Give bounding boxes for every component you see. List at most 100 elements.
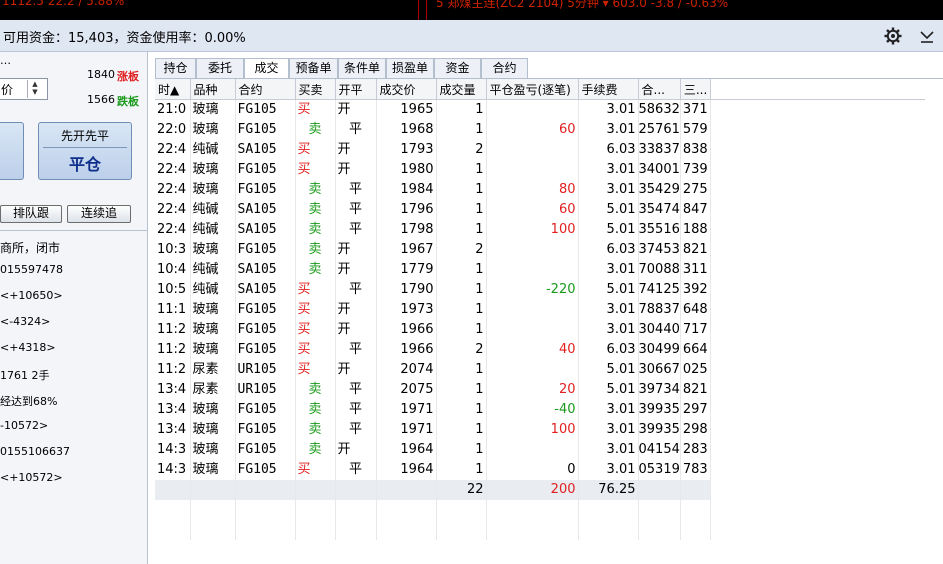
table-cell: 1966 [376, 320, 437, 340]
panel-divider [0, 230, 147, 231]
collapse-chevron-icon[interactable] [918, 27, 936, 45]
table-row[interactable]: 11:2 玻璃 FG105 买平 1966 2 40 6.03 30499 664 [155, 340, 940, 360]
row-filler [710, 480, 941, 500]
table-row[interactable]: 13:4 尿素 UR105 卖平 2075 1 20 5.01 39734 821 [155, 380, 940, 400]
vertical-scrollbar[interactable] [925, 79, 943, 564]
close-position-button[interactable]: 先开先平 平仓 [38, 122, 132, 180]
table-row[interactable]: 21:0 玻璃 FG105 买开 1965 1 3.01 58632 371 [155, 99, 940, 120]
tab-7[interactable]: 合约 [481, 58, 528, 78]
table-cell: 买 [295, 340, 336, 360]
table-cell: 纯碱 [190, 220, 236, 240]
table-cell: 6.03 [578, 340, 639, 360]
table-cell: 卖 [295, 440, 336, 460]
table-cell: 2074 [376, 360, 437, 380]
table-cell: 847 [680, 200, 711, 220]
summary-cell [295, 480, 336, 500]
chase-button[interactable]: 连续追 [67, 205, 131, 223]
tab-6[interactable]: 资金 [434, 58, 481, 78]
table-cell: FG105 [235, 340, 296, 360]
table-row[interactable]: 13:4 玻璃 FG105 卖平 1971 1 100 3.01 39935 298 [155, 420, 940, 440]
limit-up-label[interactable]: 涨板 [117, 68, 139, 84]
table-cell: 298 [680, 420, 711, 440]
queue-follow-button[interactable]: 排队跟 [0, 205, 62, 223]
table-cell: 14:3 [155, 460, 191, 480]
empty-cell [376, 520, 437, 540]
table-cell: 玻璃 [190, 180, 236, 200]
row-filler [710, 120, 940, 140]
tab-5[interactable]: 损盈单 [386, 58, 434, 78]
table-cell: 30499 [638, 340, 681, 360]
tab-3[interactable]: 预备单 [289, 58, 338, 78]
column-header[interactable]: 成交量 [436, 79, 487, 100]
table-row[interactable]: 14:3 玻璃 FG105 买平 1964 1 0 3.01 05319 783 [155, 460, 940, 480]
table-cell: 1967 [376, 240, 437, 260]
table-cell: 买 [295, 360, 336, 380]
table-row[interactable]: 14:3 玻璃 FG105 卖开 1964 1 3.01 04154 283 [155, 440, 940, 460]
table-row[interactable]: 22:4 纯碱 SA105 买开 1793 2 6.03 33837 838 [155, 140, 940, 160]
strip-divider [418, 0, 419, 20]
table-cell: SA105 [235, 220, 296, 240]
step-down-icon[interactable]: ▼ [28, 88, 42, 96]
table-row[interactable]: 11:1 玻璃 FG105 买开 1973 1 3.01 78837 648 [155, 300, 940, 320]
table-cell: -40 [486, 400, 579, 420]
table-row[interactable]: 22:0 玻璃 FG105 卖平 1968 1 60 3.01 25761 579 [155, 120, 940, 140]
message-line: -10572> [0, 419, 49, 432]
table-cell: 025 [680, 360, 711, 380]
table-cell [486, 140, 579, 160]
column-header[interactable]: 买卖 [295, 79, 336, 100]
table-row[interactable]: 13:4 玻璃 FG105 卖平 1971 1 -40 3.01 39935 297 [155, 400, 940, 420]
table-cell: 1 [436, 300, 487, 320]
gear-icon[interactable] [884, 27, 902, 45]
empty-cell [190, 520, 236, 540]
table-row[interactable]: 11:2 尿素 UR105 买开 2074 1 5.01 30667 025 [155, 360, 940, 380]
table-cell: 1973 [376, 300, 437, 320]
table-row[interactable]: 10:5 纯碱 SA105 买平 1790 1 -220 5.01 74125 392 [155, 280, 940, 300]
table-row[interactable]: 22:4 纯碱 SA105 卖平 1796 1 60 5.01 35474 847 [155, 200, 940, 220]
table-cell: 34001 [638, 160, 681, 180]
table-cell: 买 [295, 99, 336, 120]
column-header[interactable]: 手续费 [578, 79, 639, 100]
summary-row: 22 200 76.25 [155, 480, 941, 500]
message-line: <-4324> [0, 315, 51, 328]
order-button-partial[interactable] [0, 122, 24, 180]
column-header[interactable]: 合... [638, 79, 681, 100]
limit-down-label[interactable]: 跌板 [117, 93, 139, 109]
table-cell: 21:0 [155, 99, 191, 120]
table-cell: 纯碱 [190, 280, 236, 300]
button-separator [43, 147, 127, 148]
column-header[interactable]: 时▲ [155, 79, 191, 100]
table-cell: SA105 [235, 140, 296, 160]
tab-0[interactable]: 持仓 [155, 58, 196, 78]
table-cell: 开 [335, 260, 377, 280]
price-input[interactable]: 价 ▲ ▼ [0, 78, 48, 100]
table-cell: 1 [436, 220, 487, 240]
table-cell: 开 [335, 99, 377, 120]
table-row[interactable]: 22:4 玻璃 FG105 买开 1980 1 3.01 34001 739 [155, 160, 940, 180]
column-header[interactable]: 成交价 [376, 79, 437, 100]
table-cell: 22:4 [155, 220, 191, 240]
row-filler [710, 340, 940, 360]
table-row[interactable]: 10:3 玻璃 FG105 卖开 1967 2 6.03 37453 821 [155, 240, 940, 260]
summary-cell: 200 [486, 480, 579, 500]
table-row[interactable]: 22:4 纯碱 SA105 卖平 1798 1 100 5.01 35516 188 [155, 220, 940, 240]
column-header[interactable]: 合约 [235, 79, 296, 100]
column-header[interactable]: 品种 [190, 79, 236, 100]
column-header[interactable]: 平仓盈亏(逐笔) [486, 79, 579, 100]
tab-4[interactable]: 条件单 [338, 58, 386, 78]
table-cell: 60 [486, 200, 579, 220]
step-up-icon[interactable]: ▲ [28, 80, 42, 88]
table-cell: 卖 [295, 260, 336, 280]
table-cell: 玻璃 [190, 300, 236, 320]
column-header[interactable]: 开平 [335, 79, 377, 100]
tab-1[interactable]: 委托 [196, 58, 244, 78]
table-row[interactable]: 22:4 玻璃 FG105 卖平 1984 1 80 3.01 35429 275 [155, 180, 940, 200]
tab-2[interactable]: 成交 [244, 58, 289, 79]
table-row[interactable]: 10:4 纯碱 SA105 卖开 1779 1 3.01 70088 311 [155, 260, 940, 280]
empty-cell [155, 500, 191, 520]
table-cell: 6.03 [578, 240, 639, 260]
table-cell: 3.01 [578, 180, 639, 200]
table-row[interactable]: 11:2 玻璃 FG105 买开 1966 1 3.01 30440 717 [155, 320, 940, 340]
table-cell: 70088 [638, 260, 681, 280]
price-stepper[interactable]: ▲ ▼ [27, 80, 42, 98]
column-header[interactable]: 三... [680, 79, 711, 100]
